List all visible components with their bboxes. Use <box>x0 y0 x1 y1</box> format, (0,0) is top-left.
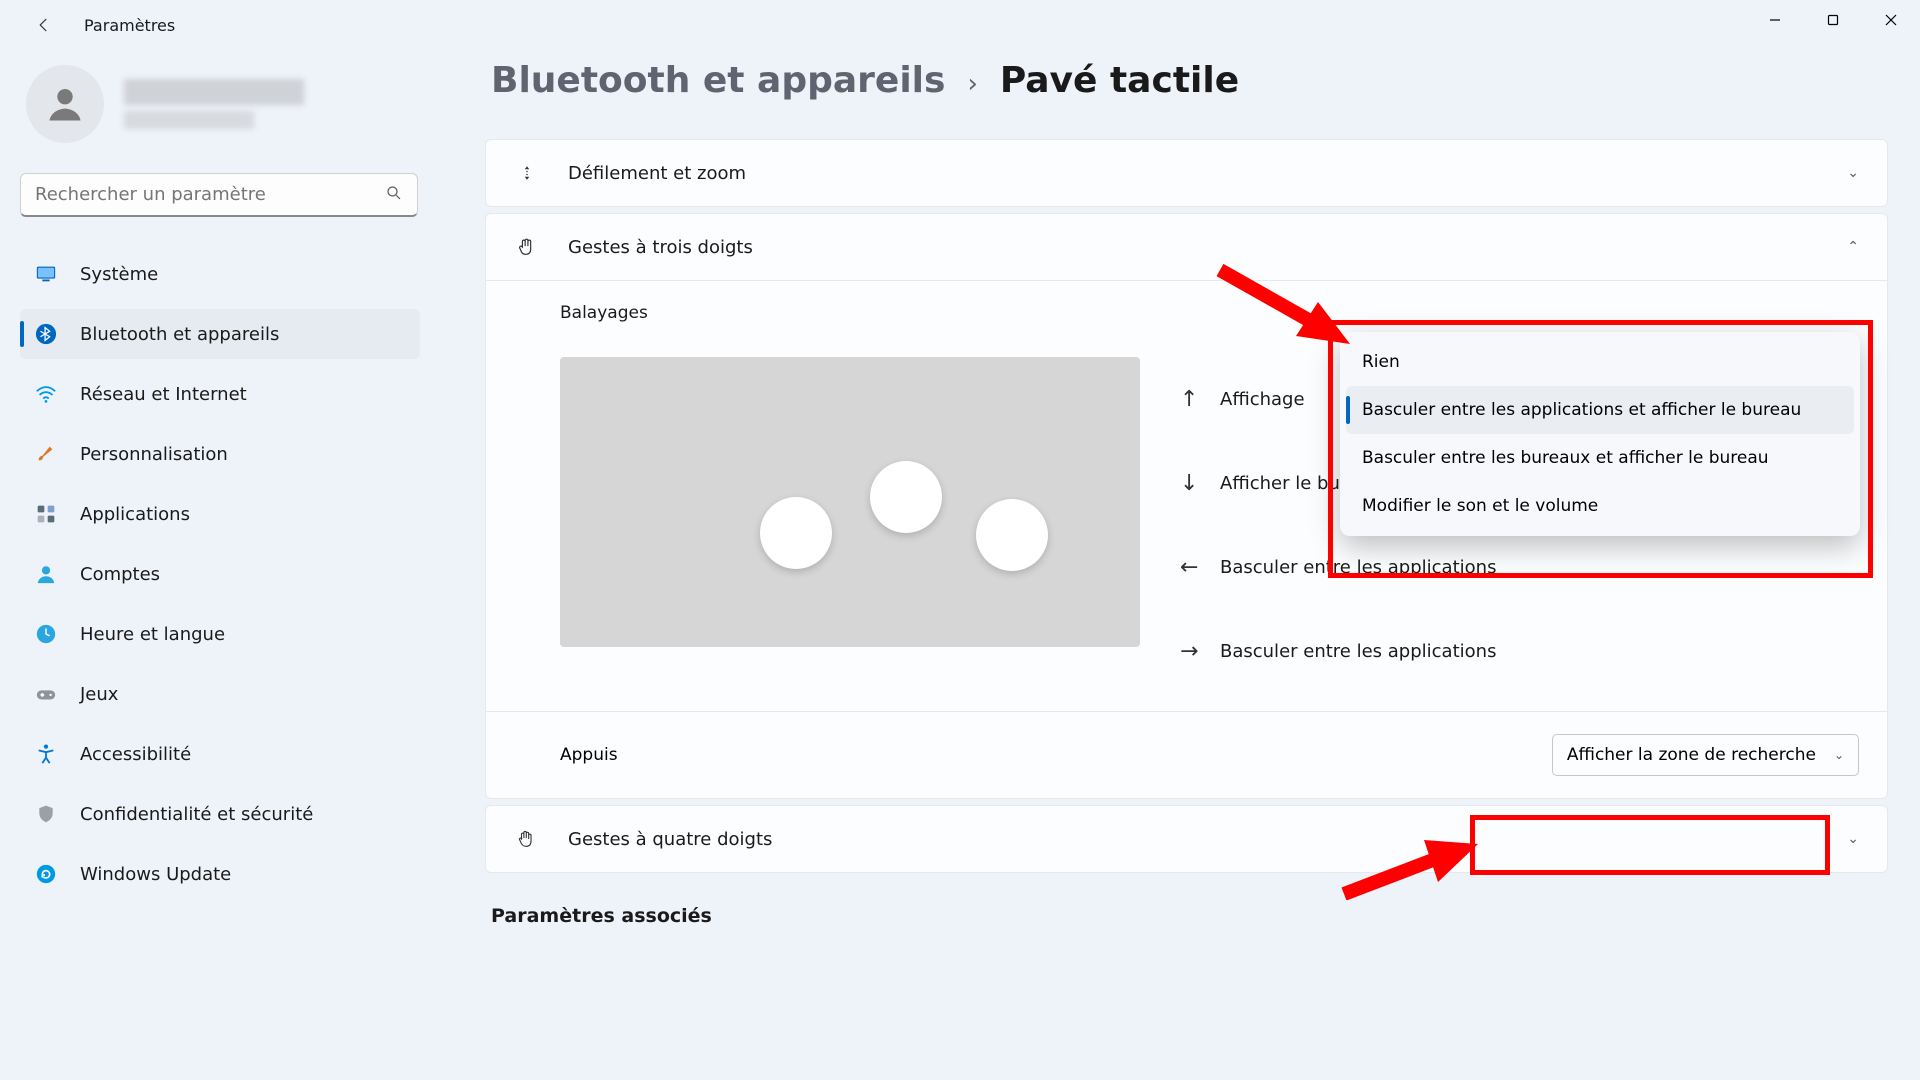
sidebar-item-network[interactable]: Réseau et Internet <box>20 369 420 419</box>
sidebar-item-label: Heure et langue <box>80 624 225 645</box>
gesture-preview <box>560 357 1140 647</box>
search-input[interactable] <box>35 184 385 205</box>
swipes-dropdown-flyout[interactable]: Rien Basculer entre les applications et … <box>1340 332 1860 536</box>
finger-dot-icon <box>760 497 832 569</box>
monitor-icon <box>34 262 58 286</box>
card-scroll-zoom[interactable]: Défilement et zoom ⌄ <box>485 139 1888 207</box>
flyout-option[interactable]: Modifier le son et le volume <box>1346 482 1854 530</box>
taps-dropdown-value: Afficher la zone de recherche <box>1567 745 1816 765</box>
breadcrumb: Bluetooth et appareils › Pavé tactile <box>491 60 1888 101</box>
page-title: Pavé tactile <box>1000 60 1239 101</box>
profile-mail-redacted <box>124 111 254 129</box>
bluetooth-icon <box>34 322 58 346</box>
sidebar-item-label: Bluetooth et appareils <box>80 324 279 345</box>
flyout-option[interactable]: Basculer entre les applications et affic… <box>1346 386 1854 434</box>
minimize-button[interactable] <box>1746 0 1804 40</box>
card-three-finger-header[interactable]: Gestes à trois doigts ⌃ <box>486 214 1887 280</box>
taps-label: Appuis <box>560 745 618 765</box>
accessibility-icon <box>34 742 58 766</box>
card-title: Gestes à quatre doigts <box>568 829 772 850</box>
flyout-option[interactable]: Rien <box>1346 338 1854 386</box>
shield-icon <box>34 802 58 826</box>
profile-block[interactable] <box>26 65 430 143</box>
sidebar-item-accounts[interactable]: Comptes <box>20 549 420 599</box>
swipes-label: Balayages <box>560 303 1859 323</box>
arrow-left-icon: ← <box>1180 555 1220 580</box>
search-input-wrapper[interactable] <box>20 173 418 217</box>
arrow-left-icon <box>35 16 53 34</box>
chevron-down-icon: ⌄ <box>1847 165 1859 181</box>
arrow-down-icon: ↓ <box>1180 471 1220 496</box>
sidebar-item-accessibility[interactable]: Accessibilité <box>20 729 420 779</box>
maximize-icon <box>1827 14 1839 26</box>
sidebar-item-label: Système <box>80 264 158 285</box>
chevron-up-icon: ⌃ <box>1847 239 1859 255</box>
hand-icon <box>514 236 540 258</box>
account-icon <box>34 562 58 586</box>
hand-icon <box>514 828 540 850</box>
swipe-left-row[interactable]: ← Basculer entre les applications <box>1180 525 1859 609</box>
close-icon <box>1885 14 1897 26</box>
flyout-option[interactable]: Basculer entre les bureaux et afficher l… <box>1346 434 1854 482</box>
chevron-down-icon: ⌄ <box>1834 748 1844 762</box>
card-four-finger[interactable]: Gestes à quatre doigts ⌄ <box>485 805 1888 873</box>
avatar <box>26 65 104 143</box>
sidebar-item-label: Windows Update <box>80 864 231 885</box>
chevron-right-icon: › <box>967 69 977 99</box>
maximize-button[interactable] <box>1804 0 1862 40</box>
sidebar-item-label: Personnalisation <box>80 444 228 465</box>
close-button[interactable] <box>1862 0 1920 40</box>
associated-settings-heading: Paramètres associés <box>491 905 1888 927</box>
profile-name-redacted <box>124 79 304 105</box>
sidebar-item-privacy[interactable]: Confidentialité et sécurité <box>20 789 420 839</box>
sidebar-item-windows-update[interactable]: Windows Update <box>20 849 420 899</box>
update-icon <box>34 862 58 886</box>
sidebar-item-bluetooth[interactable]: Bluetooth et appareils <box>20 309 420 359</box>
taps-dropdown[interactable]: Afficher la zone de recherche ⌄ <box>1552 734 1859 776</box>
sidebar-item-system[interactable]: Système <box>20 249 420 299</box>
finger-dot-icon <box>870 461 942 533</box>
sidebar-item-label: Accessibilité <box>80 744 191 765</box>
breadcrumb-parent[interactable]: Bluetooth et appareils <box>491 60 945 101</box>
gamepad-icon <box>34 682 58 706</box>
sidebar-item-gaming[interactable]: Jeux <box>20 669 420 719</box>
card-title: Gestes à trois doigts <box>568 237 753 258</box>
minimize-icon <box>1769 14 1781 26</box>
sidebar-item-label: Jeux <box>80 684 118 705</box>
clock-globe-icon <box>34 622 58 646</box>
sidebar-item-label: Réseau et Internet <box>80 384 247 405</box>
swipe-right-row[interactable]: → Basculer entre les applications <box>1180 609 1859 693</box>
sidebar-item-label: Applications <box>80 504 190 525</box>
sidebar-item-apps[interactable]: Applications <box>20 489 420 539</box>
apps-icon <box>34 502 58 526</box>
finger-dot-icon <box>976 499 1048 571</box>
scroll-icon <box>514 162 540 184</box>
app-title: Paramètres <box>84 16 175 35</box>
back-button[interactable] <box>24 5 64 45</box>
person-icon <box>43 82 87 126</box>
arrow-right-icon: → <box>1180 639 1220 664</box>
sidebar-item-time-lang[interactable]: Heure et langue <box>20 609 420 659</box>
sidebar-item-label: Confidentialité et sécurité <box>80 804 313 825</box>
swipe-right-label: Basculer entre les applications <box>1220 641 1496 662</box>
brush-icon <box>34 442 58 466</box>
swipe-up-label: Affichage <box>1220 389 1305 410</box>
search-icon <box>385 184 403 206</box>
sidebar-item-personalization[interactable]: Personnalisation <box>20 429 420 479</box>
sidebar-item-label: Comptes <box>80 564 160 585</box>
arrow-up-icon: ↑ <box>1180 387 1220 412</box>
card-title: Défilement et zoom <box>568 163 746 184</box>
chevron-down-icon: ⌄ <box>1847 831 1859 847</box>
wifi-icon <box>34 382 58 406</box>
swipe-left-label: Basculer entre les applications <box>1220 557 1496 578</box>
